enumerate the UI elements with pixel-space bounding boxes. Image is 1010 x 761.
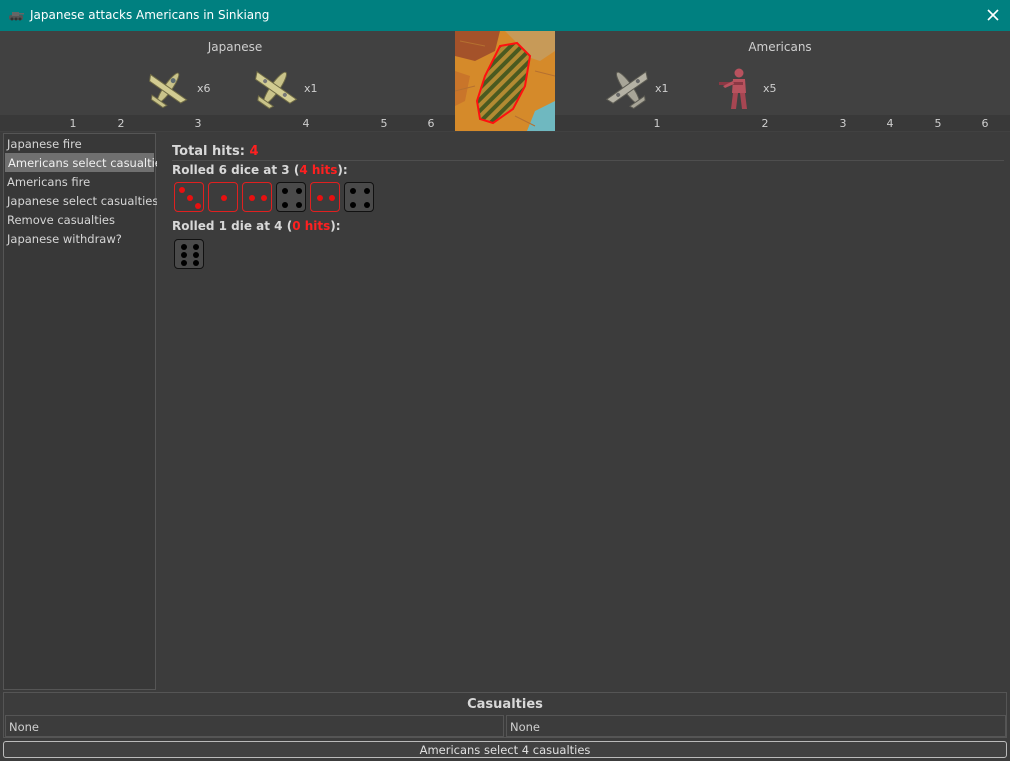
die-pip	[179, 187, 185, 193]
roll-summary-1: Rolled 6 dice at 3 (4 hits):	[172, 163, 348, 177]
roll-summary-2: Rolled 1 die at 4 (0 hits):	[172, 219, 341, 233]
die-pip	[181, 244, 187, 250]
total-hits: Total hits: 4	[172, 144, 258, 159]
roll-hits: 4 hits	[299, 163, 338, 177]
die-pip	[329, 195, 335, 201]
die-pip	[296, 188, 302, 194]
attacker-roll-number: 2	[117, 117, 125, 130]
die-pip	[296, 202, 302, 208]
total-hits-value: 4	[249, 144, 259, 159]
attacker-casualties: None	[5, 715, 504, 737]
roll-prefix: Rolled 1 die at 4 (	[172, 219, 293, 233]
die-2	[310, 182, 340, 212]
die-pip	[350, 202, 356, 208]
die-4	[344, 182, 374, 212]
die-pip	[364, 202, 370, 208]
step-remove-casualties[interactable]: Remove casualties	[4, 210, 155, 229]
step-americans-select-casualties[interactable]: Americans select casualties	[5, 153, 168, 172]
battle-steps-list: Japanese fire Americans select casualtie…	[3, 133, 168, 690]
die-pip	[249, 195, 255, 201]
die-pip	[364, 188, 370, 194]
die-pip	[193, 260, 199, 266]
defender-unit-count-2: x5	[763, 82, 777, 95]
dice-row-2	[174, 239, 214, 271]
step-japanese-select-casualties[interactable]: Japanese select casualties	[4, 191, 158, 210]
die-4	[276, 182, 306, 212]
attacker-roll-number: 6	[427, 117, 435, 130]
die-pip	[195, 203, 201, 209]
defender-roll-number: 3	[839, 117, 847, 130]
casualties-title: Casualties	[467, 697, 543, 712]
infantry-soldier-icon	[713, 65, 763, 111]
die-6	[174, 239, 204, 269]
attacker-roll-number: 3	[194, 117, 202, 130]
die-pip	[187, 195, 193, 201]
defender-unit-count-1: x1	[655, 82, 669, 95]
roll-suffix: ):	[337, 163, 348, 177]
die-pip	[282, 188, 288, 194]
dice-row-1	[174, 182, 384, 214]
roll-suffix: ):	[330, 219, 341, 233]
defender-roll-number: 5	[934, 117, 942, 130]
bomber-plane-icon	[250, 65, 300, 111]
die-pip	[317, 195, 323, 201]
defender-name: Americans	[748, 40, 812, 54]
die-pip	[221, 195, 227, 201]
die-pip	[282, 202, 288, 208]
die-3	[174, 182, 204, 212]
defender-roll-number: 1	[653, 117, 661, 130]
defender-roll-number: 4	[886, 117, 894, 130]
step-americans-fire[interactable]: Americans fire	[4, 172, 155, 191]
territory-map-icon	[455, 31, 555, 131]
title-bar: Japanese attacks Americans in Sinkiang	[0, 0, 1010, 31]
roll-prefix: Rolled 6 dice at 3 (	[172, 163, 300, 177]
attacker-roll-number: 5	[380, 117, 388, 130]
step-japanese-withdraw[interactable]: Japanese withdraw?	[4, 229, 155, 248]
tank-icon	[9, 12, 24, 21]
attacker-roll-number: 1	[69, 117, 77, 130]
die-pip	[181, 252, 187, 258]
step-japanese-fire[interactable]: Japanese fire	[4, 134, 155, 153]
attacker-name: Japanese	[207, 40, 263, 54]
die-pip	[193, 252, 199, 258]
close-icon[interactable]	[984, 5, 1002, 25]
select-casualties-button[interactable]: Americans select 4 casualties	[3, 741, 1007, 758]
die-pip	[261, 195, 267, 201]
die-pip	[181, 260, 187, 266]
attacker-unit-count-2: x1	[304, 82, 318, 95]
defender-roll-number: 6	[981, 117, 989, 130]
bomber-plane-icon	[603, 65, 653, 111]
total-hits-label: Total hits:	[172, 144, 245, 159]
die-2	[242, 182, 272, 212]
die-1	[208, 182, 238, 212]
divider	[172, 160, 1004, 161]
casualties-panel: Casualties None None	[3, 692, 1007, 738]
defender-roll-number: 2	[761, 117, 769, 130]
fighter-plane-icon	[143, 65, 193, 111]
roll-hits: 0 hits	[292, 219, 331, 233]
dice-results-panel: Total hits: 4 Rolled 6 dice at 3 (4 hits…	[157, 133, 1007, 690]
defender-casualties: None	[506, 715, 1006, 737]
attacker-unit-count-1: x6	[197, 82, 211, 95]
die-pip	[350, 188, 356, 194]
die-pip	[193, 244, 199, 250]
window-title: Japanese attacks Americans in Sinkiang	[30, 8, 270, 22]
attacker-roll-number: 4	[302, 117, 310, 130]
